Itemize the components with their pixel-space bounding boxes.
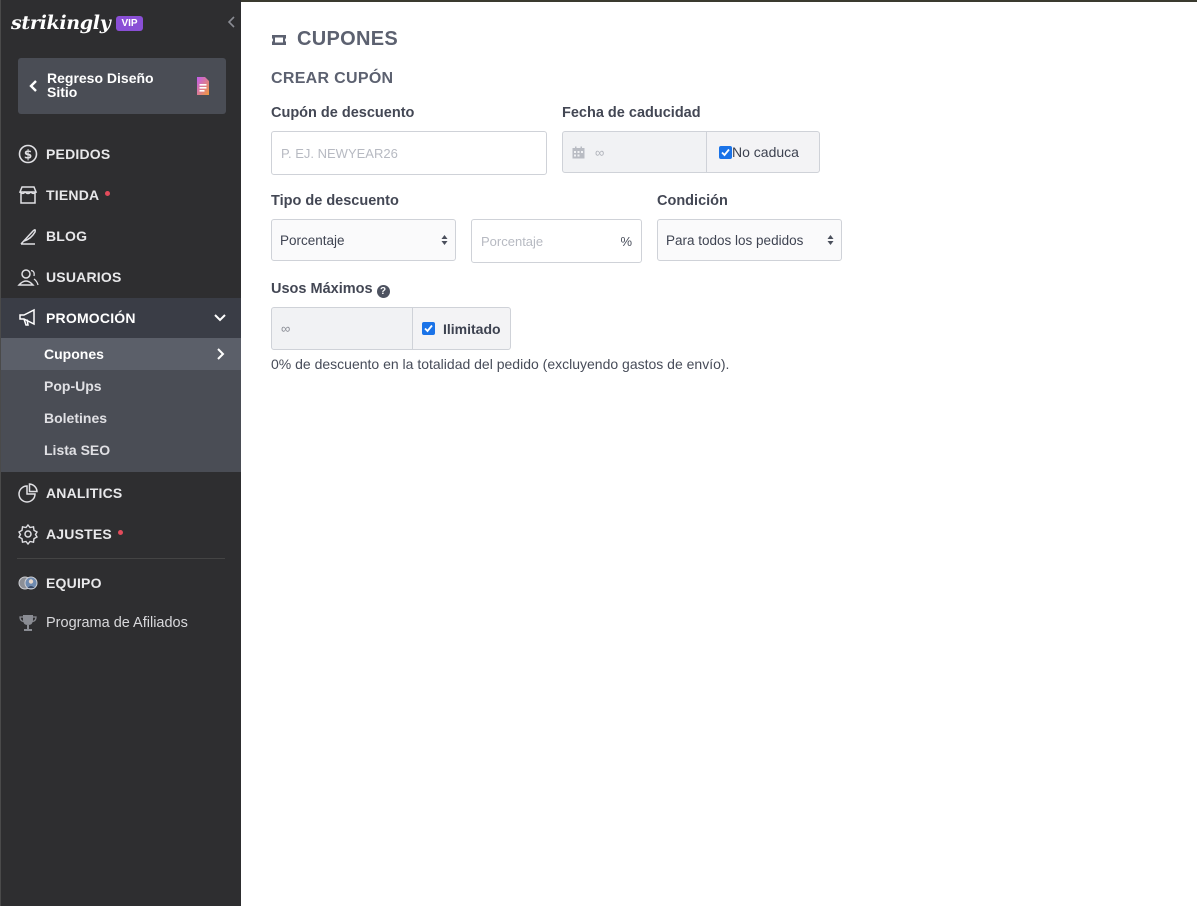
nav-label: ANALITICS — [46, 485, 123, 501]
chevron-left-icon — [29, 80, 37, 92]
max-uses-label-text: Usos Máximos — [271, 281, 373, 297]
gear-icon — [18, 523, 38, 545]
discount-type-label: Tipo de descuento — [271, 193, 399, 209]
nav-label: EQUIPO — [46, 575, 102, 591]
help-icon[interactable]: ? — [376, 285, 390, 298]
expiry-date-input[interactable]: ∞ — [562, 131, 707, 173]
condition-value: Para todos los pedidos — [666, 232, 804, 248]
submenu-popups[interactable]: Pop-Ups — [1, 370, 241, 402]
nav-label: Programa de Afiliados — [46, 615, 188, 631]
discount-type-value: Porcentaje — [280, 232, 345, 248]
back-button-label: Regreso Diseño Sitio — [47, 70, 154, 100]
trophy-icon — [19, 615, 37, 631]
discount-amount-placeholder: Porcentaje — [481, 233, 544, 249]
nav-label: PEDIDOS — [46, 146, 111, 162]
select-arrows-icon — [441, 235, 448, 245]
users-icon — [17, 269, 39, 286]
nav-label: BLOG — [46, 228, 88, 244]
unlimited-label: Ilimitado — [443, 320, 501, 337]
pie-chart-icon — [18, 483, 38, 503]
submenu-label: Pop-Ups — [44, 378, 102, 394]
condition-label: Condición — [657, 193, 728, 209]
condition-select[interactable]: Para todos los pedidos — [657, 219, 842, 261]
store-icon — [18, 186, 38, 204]
sidebar: strikingly VIP Regreso Diseño Sitio $ PE… — [0, 0, 241, 906]
submenu-label: Cupones — [44, 346, 104, 362]
main-content: CUPONES CREAR CUPÓN Cupón de descuento P… — [241, 2, 1197, 906]
nav-pedidos[interactable]: $ PEDIDOS — [1, 134, 241, 174]
page-document-icon — [197, 77, 209, 95]
page-title: CUPONES — [297, 28, 399, 50]
nav-tienda[interactable]: TIENDA — [1, 175, 241, 215]
nav-label: TIENDA — [46, 187, 111, 203]
expiry-date-label: Fecha de caducidad — [562, 105, 701, 121]
discount-amount-input[interactable]: Porcentaje % — [471, 219, 642, 263]
select-arrows-icon — [827, 235, 834, 245]
nav-blog[interactable]: BLOG — [1, 216, 241, 256]
max-uses-value: ∞ — [281, 321, 291, 336]
notification-dot — [117, 530, 123, 535]
section-title: CREAR CUPÓN — [271, 70, 394, 87]
nav-label: USUARIOS — [46, 269, 122, 285]
page-header: CUPONES — [271, 28, 398, 51]
nav-label: PROMOCIÓN — [46, 310, 136, 326]
ticket-icon — [272, 34, 286, 45]
expiry-date-value: ∞ — [595, 144, 605, 160]
max-uses-input[interactable]: ∞ — [271, 307, 413, 350]
nav-analitics[interactable]: ANALITICS — [1, 473, 241, 513]
dollar-circle-icon: $ — [18, 144, 38, 164]
nav-label-text: AJUSTES — [46, 526, 112, 542]
megaphone-icon — [19, 308, 35, 326]
calendar-icon — [572, 146, 585, 158]
coupon-code-placeholder: P. EJ. NEWYEAR26 — [281, 145, 398, 161]
submenu-label: Boletines — [44, 410, 108, 426]
no-expiry-checkbox[interactable] — [719, 145, 732, 159]
nav-usuarios[interactable]: USUARIOS — [1, 257, 241, 297]
chevron-down-icon — [214, 314, 226, 322]
collapse-sidebar-icon[interactable] — [226, 14, 238, 30]
percent-unit: % — [620, 234, 632, 249]
coupon-code-input[interactable]: P. EJ. NEWYEAR26 — [271, 131, 547, 175]
chevron-right-icon — [217, 348, 225, 360]
brand[interactable]: strikingly VIP — [11, 10, 143, 36]
vip-badge: VIP — [116, 15, 143, 31]
nav-promocion[interactable]: PROMOCIÓN — [1, 298, 241, 338]
feather-pen-icon — [20, 228, 36, 245]
submenu-cupones[interactable]: Cupones — [1, 338, 241, 370]
unlimited-toggle[interactable]: Ilimitado — [412, 307, 511, 350]
nav-programa-afiliados[interactable]: Programa de Afiliados — [1, 603, 241, 643]
svg-text:$: $ — [24, 148, 32, 162]
submenu-label: Lista SEO — [44, 442, 111, 458]
sidebar-divider — [17, 558, 225, 559]
logo: strikingly — [11, 12, 111, 34]
no-expiry-label: No caduca — [732, 144, 799, 160]
max-uses-label: Usos Máximos? — [271, 281, 390, 298]
nav-label: AJUSTES — [46, 526, 123, 542]
coupon-code-label: Cupón de descuento — [271, 105, 415, 121]
promocion-submenu: Cupones Pop-Ups Boletines Lista SEO — [1, 338, 241, 472]
nav-ajustes[interactable]: AJUSTES — [1, 514, 241, 554]
submenu-lista-seo[interactable]: Lista SEO — [1, 434, 241, 466]
submenu-boletines[interactable]: Boletines — [1, 402, 241, 434]
discount-summary: 0% de descuento en la totalidad del pedi… — [271, 356, 730, 372]
team-avatars-icon — [18, 576, 38, 590]
back-to-site-design-button[interactable]: Regreso Diseño Sitio — [18, 58, 226, 114]
unlimited-checkbox[interactable] — [422, 322, 435, 335]
nav-label-text: TIENDA — [46, 187, 100, 203]
nav-equipo[interactable]: EQUIPO — [1, 563, 241, 603]
no-expiry-toggle[interactable]: No caduca — [706, 131, 820, 173]
notification-dot — [105, 191, 111, 196]
discount-type-select[interactable]: Porcentaje — [271, 219, 456, 261]
